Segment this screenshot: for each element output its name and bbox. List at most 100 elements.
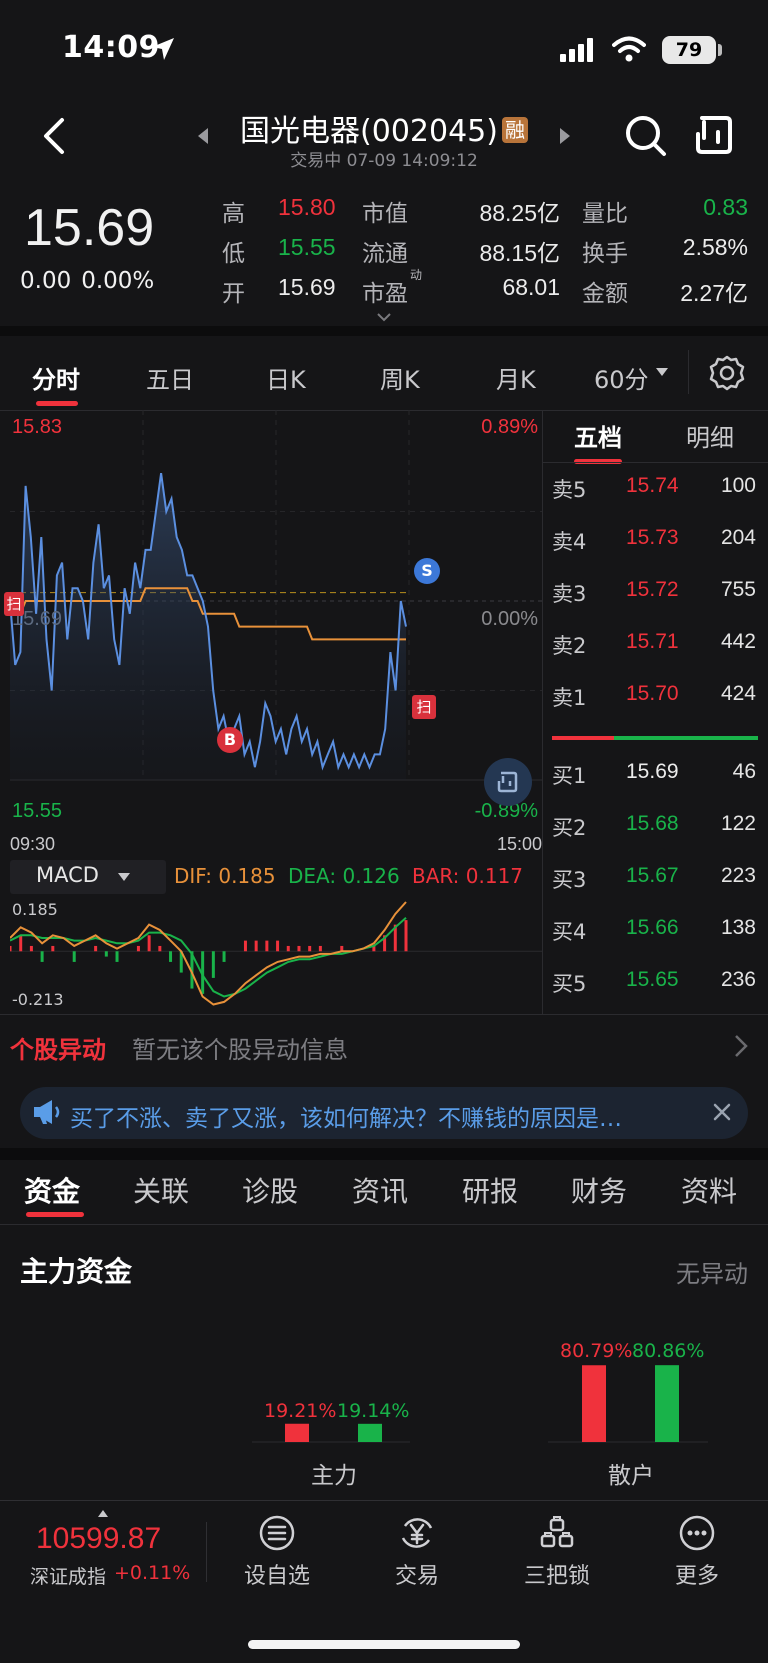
float-note-button[interactable] bbox=[484, 758, 532, 806]
nav-label: 三把锁 bbox=[523, 1564, 590, 1589]
bid-row[interactable]: 买5 15.65 236 bbox=[552, 968, 758, 998]
float-cap-label: 流通 bbox=[362, 241, 408, 267]
orderbook-divider bbox=[542, 410, 543, 1014]
tab-capital-underline bbox=[26, 1212, 84, 1217]
home-indicator bbox=[248, 1640, 520, 1649]
ask-price: 15.70 bbox=[626, 682, 679, 705]
ask-price: 15.71 bbox=[626, 630, 679, 653]
tab-intraday-underline bbox=[36, 401, 78, 406]
amount-value: 2.27亿 bbox=[680, 280, 748, 306]
scan-marker-right[interactable]: 扫 bbox=[412, 695, 436, 719]
volume-ratio-value: 0.83 bbox=[703, 194, 748, 220]
macd-dif: DIF: 0.185 bbox=[174, 864, 276, 888]
ask-row[interactable]: 卖4 15.73 204 bbox=[552, 526, 758, 556]
pe-value: 68.01 bbox=[502, 274, 560, 300]
ask-volume: 100 bbox=[720, 474, 756, 497]
locks-icon bbox=[540, 1516, 574, 1548]
ask-volume: 755 bbox=[720, 578, 756, 601]
ask-row[interactable]: 卖1 15.70 424 bbox=[552, 682, 758, 712]
next-stock-icon[interactable] bbox=[558, 128, 570, 144]
bid-label: 买1 bbox=[552, 764, 587, 788]
tab-research[interactable]: 研报 bbox=[462, 1170, 518, 1210]
low-value: 15.55 bbox=[278, 234, 336, 260]
tab-intraday[interactable]: 分时 bbox=[32, 360, 80, 395]
ask-label: 卖2 bbox=[552, 634, 587, 658]
market-cap-label: 市值 bbox=[362, 201, 408, 227]
tab-profile[interactable]: 资料 bbox=[681, 1170, 737, 1210]
tab-trade-detail[interactable]: 明细 bbox=[686, 418, 734, 453]
dropdown-caret-icon[interactable] bbox=[656, 368, 668, 378]
macd-chart[interactable] bbox=[10, 896, 542, 1016]
margin-badge: 融 bbox=[501, 117, 528, 143]
bid-price: 15.65 bbox=[626, 968, 679, 991]
anomaly-chevron-icon[interactable] bbox=[734, 1034, 748, 1058]
nav-trade[interactable]: 交易 bbox=[362, 1514, 472, 1590]
anomaly-title: 个股异动 bbox=[10, 1036, 106, 1064]
tab-monthly-k[interactable]: 月K bbox=[496, 360, 536, 395]
y-left-bottom: 15.55 bbox=[12, 800, 63, 822]
open-label: 开 bbox=[222, 281, 245, 307]
tab-finance[interactable]: 财务 bbox=[571, 1170, 627, 1210]
open-value: 15.69 bbox=[278, 274, 336, 300]
main-out-label: 19.14% bbox=[337, 1400, 410, 1422]
tab-news[interactable]: 资讯 bbox=[352, 1170, 408, 1210]
battery-tip bbox=[718, 44, 722, 56]
anomaly-text: 暂无该个股异动信息 bbox=[132, 1036, 348, 1064]
high-label: 高 bbox=[222, 201, 245, 227]
chart-series bbox=[10, 472, 407, 780]
nav-add-watchlist[interactable]: 设自选 bbox=[222, 1514, 332, 1590]
chart-settings-gear-icon[interactable] bbox=[708, 354, 746, 392]
bid-strength-bar bbox=[614, 736, 758, 740]
retail-out-label: 80.86% bbox=[632, 1340, 705, 1362]
bid-row[interactable]: 买4 15.66 138 bbox=[552, 916, 758, 946]
ask-label: 卖3 bbox=[552, 582, 587, 606]
bid-volume: 46 bbox=[732, 760, 756, 783]
tab-weekly-k[interactable]: 周K bbox=[380, 360, 420, 395]
scan-marker-left[interactable]: 扫 bbox=[4, 592, 24, 616]
ask-row[interactable]: 卖2 15.71 442 bbox=[552, 630, 758, 660]
nav-more[interactable]: 更多 bbox=[642, 1514, 752, 1590]
turnover-label: 换手 bbox=[582, 241, 628, 267]
stock-name-code: 国光电器(002045) bbox=[240, 114, 498, 149]
note-icon bbox=[497, 771, 518, 793]
bid-row[interactable]: 买2 15.68 122 bbox=[552, 812, 758, 842]
macd-selector[interactable]: MACD bbox=[10, 860, 166, 894]
tab-capital[interactable]: 资金 bbox=[24, 1170, 80, 1210]
y-right-top: 0.89% bbox=[481, 416, 538, 438]
y-left-top: 15.83 bbox=[12, 416, 63, 438]
tab-related[interactable]: 关联 bbox=[133, 1170, 189, 1210]
expand-chevron-icon[interactable] bbox=[376, 312, 392, 322]
tab-60min[interactable]: 60分 bbox=[594, 360, 649, 395]
turnover-value: 2.58% bbox=[682, 234, 748, 260]
nav-three-locks[interactable]: 三把锁 bbox=[502, 1514, 612, 1590]
megaphone-icon bbox=[34, 1100, 60, 1124]
sell-marker[interactable]: S bbox=[414, 558, 440, 584]
ask-row[interactable]: 卖5 15.74 100 bbox=[552, 474, 758, 504]
bid-label: 买4 bbox=[552, 920, 587, 944]
macd-series bbox=[10, 901, 542, 1006]
ask-price: 15.74 bbox=[626, 474, 679, 497]
ask-label: 卖5 bbox=[552, 478, 587, 502]
bid-row[interactable]: 买3 15.67 223 bbox=[552, 864, 758, 894]
tab-five-levels[interactable]: 五档 bbox=[574, 418, 622, 453]
change-value: 0.00 bbox=[20, 268, 72, 294]
bid-label: 买5 bbox=[552, 972, 587, 996]
search-icon[interactable] bbox=[624, 114, 668, 158]
bid-row[interactable]: 买1 15.69 46 bbox=[552, 760, 758, 790]
index-value[interactable]: 10599.87 bbox=[36, 1522, 161, 1556]
bid-price: 15.67 bbox=[626, 864, 679, 887]
buy-marker[interactable]: B bbox=[217, 727, 243, 753]
tab-separator bbox=[688, 350, 689, 394]
promo-text: 买了不涨、卖了又涨，该如何解决？不赚钱的原因是… bbox=[70, 1106, 622, 1132]
index-name: 深证成指 bbox=[30, 1566, 107, 1588]
tab-five-day[interactable]: 五日 bbox=[146, 360, 194, 395]
orderbook-tabs-divider bbox=[542, 462, 768, 463]
cellular-signal-icon bbox=[560, 38, 593, 62]
intraday-chart[interactable] bbox=[10, 410, 542, 826]
ask-row[interactable]: 卖3 15.72 755 bbox=[552, 578, 758, 608]
edit-note-icon[interactable] bbox=[694, 114, 736, 156]
tab-diagnosis[interactable]: 诊股 bbox=[242, 1170, 298, 1210]
tab-daily-k[interactable]: 日K bbox=[266, 360, 306, 395]
fund-status: 无异动 bbox=[676, 1260, 748, 1288]
close-icon[interactable] bbox=[712, 1102, 732, 1122]
